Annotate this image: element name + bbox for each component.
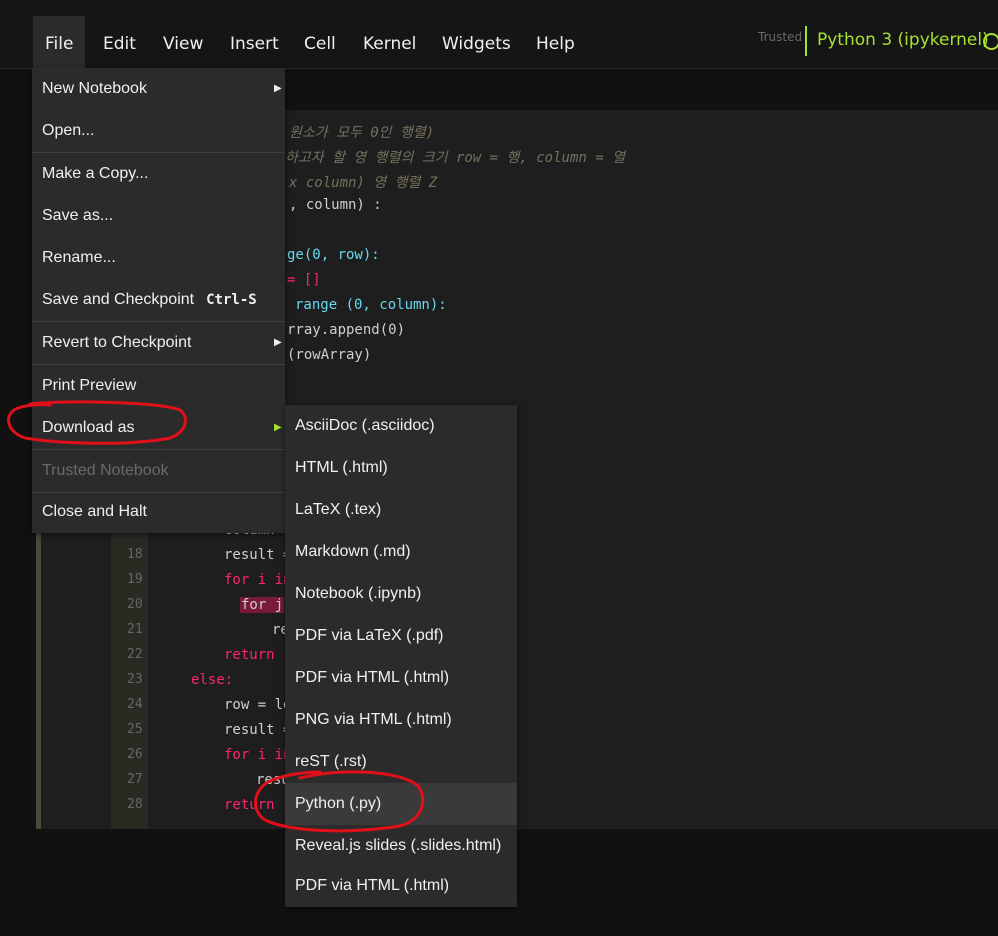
menu-item-print-preview[interactable]: Print Preview	[32, 365, 285, 407]
download-item-latex[interactable]: LaTeX (.tex)	[285, 489, 517, 531]
menu-kernel[interactable]: Kernel	[351, 16, 428, 68]
menu-item-revert-checkpoint[interactable]: Revert to Checkpoint ▶	[32, 322, 285, 364]
menu-cell[interactable]: Cell	[292, 16, 348, 68]
menu-item-rename[interactable]: Rename...	[32, 237, 285, 279]
menu-item-label: Download as	[42, 419, 135, 436]
download-item-python[interactable]: Python (.py)	[285, 783, 517, 825]
menu-help[interactable]: Help	[524, 16, 587, 68]
menu-item-new-notebook[interactable]: New Notebook ▶	[32, 68, 285, 110]
menu-edit[interactable]: Edit	[91, 16, 148, 68]
menubar: File Edit View Insert Cell Kernel Widget…	[0, 0, 998, 69]
menu-item-label: Save and Checkpoint	[42, 291, 195, 308]
menu-item-open[interactable]: Open...	[32, 110, 285, 152]
file-menu: New Notebook ▶ Open... Make a Copy... Sa…	[32, 68, 285, 533]
submenu-arrow-icon: ▶	[274, 83, 282, 94]
kernel-name[interactable]: Python 3 (ipykernel)	[817, 30, 989, 50]
submenu-arrow-icon: ▶	[274, 337, 282, 348]
download-submenu: AsciiDoc (.asciidoc) HTML (.html) LaTeX …	[285, 405, 517, 907]
menu-item-trusted-notebook: Trusted Notebook	[42, 462, 169, 479]
menu-item-save-checkpoint[interactable]: Save and Checkpoint Ctrl-S	[32, 279, 285, 321]
menu-widgets[interactable]: Widgets	[430, 16, 523, 68]
menu-item-save-as[interactable]: Save as...	[32, 195, 285, 237]
kernel-status-icon	[983, 33, 998, 50]
kernel-separator	[805, 26, 807, 56]
download-item-markdown[interactable]: Markdown (.md)	[285, 531, 517, 573]
menu-item-make-copy[interactable]: Make a Copy...	[32, 153, 285, 195]
download-item-rest[interactable]: reST (.rst)	[285, 741, 517, 783]
menu-item-download-as[interactable]: Download as ▶	[32, 407, 285, 449]
trusted-badge[interactable]: Trusted	[758, 30, 802, 44]
download-item-png-html[interactable]: PNG via HTML (.html)	[285, 699, 517, 741]
download-item-reveal-slides[interactable]: Reveal.js slides (.slides.html)	[285, 825, 517, 867]
submenu-arrow-icon: ▶	[274, 422, 282, 433]
download-item-notebook[interactable]: Notebook (.ipynb)	[285, 573, 517, 615]
menu-item-close-halt[interactable]: Close and Halt	[32, 491, 285, 533]
download-item-pdf-html-2[interactable]: PDF via HTML (.html)	[285, 865, 517, 907]
menu-item-label: New Notebook	[42, 80, 147, 97]
keyboard-shortcut: Ctrl-S	[206, 292, 257, 308]
line-number-gutter	[111, 520, 148, 829]
menu-item-label: Revert to Checkpoint	[42, 334, 192, 351]
download-item-html[interactable]: HTML (.html)	[285, 447, 517, 489]
download-item-asciidoc[interactable]: AsciiDoc (.asciidoc)	[285, 405, 517, 447]
menu-file[interactable]: File	[33, 16, 86, 68]
download-item-pdf-html[interactable]: PDF via HTML (.html)	[285, 657, 517, 699]
menu-insert[interactable]: Insert	[218, 16, 291, 68]
menu-view[interactable]: View	[151, 16, 215, 68]
download-item-pdf-latex[interactable]: PDF via LaTeX (.pdf)	[285, 615, 517, 657]
